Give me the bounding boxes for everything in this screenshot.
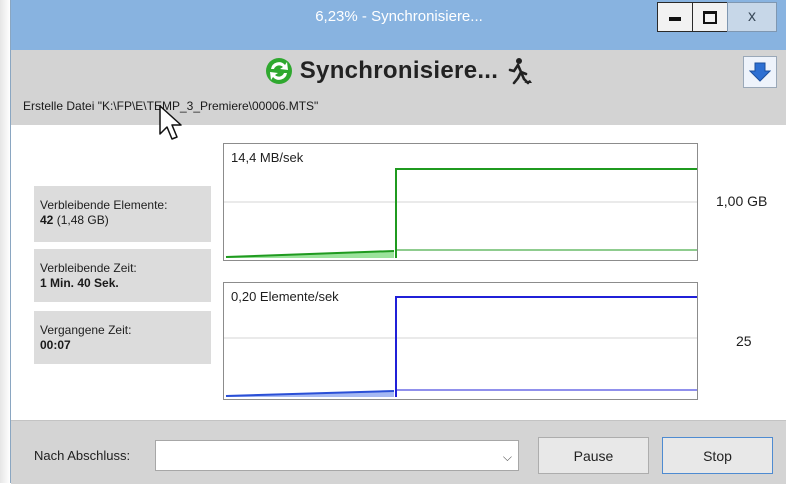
header-title: Synchronisiere... <box>299 57 499 84</box>
maximize-icon <box>703 10 717 24</box>
arrow-down-icon <box>749 62 771 82</box>
pause-button[interactable]: Pause <box>538 437 649 474</box>
items-scale-max: 25 <box>736 333 752 349</box>
minimize-icon <box>669 17 681 21</box>
close-icon: x <box>748 8 756 25</box>
chevron-down-icon[interactable]: ⌵ <box>503 450 512 465</box>
header-panel: Synchronisiere... Erstelle Datei "K:\FP\… <box>11 50 786 125</box>
elapsed-time-label: Vergangene Zeit: <box>40 323 132 337</box>
items-rate-graph: 0,20 Elemente/sek <box>223 282 698 400</box>
close-button[interactable]: x <box>727 2 777 32</box>
speed-scale-max: 1,00 GB <box>716 193 768 209</box>
mouse-cursor-icon <box>159 105 182 140</box>
header-title-row: Synchronisiere... <box>11 56 786 86</box>
stop-button[interactable]: Stop <box>662 437 773 474</box>
transfer-speed-label: 14,4 MB/sek <box>231 150 304 165</box>
background-window-edge <box>0 0 10 483</box>
sync-icon <box>265 58 292 84</box>
after-completion-select[interactable]: ⌵ <box>155 440 519 471</box>
after-completion-label: Nach Abschluss: <box>34 448 131 463</box>
progress-panel: Verbleibende Elemente: 42 (1,48 GB) Verb… <box>11 125 786 420</box>
footer-bar: Nach Abschluss: ⌵ Pause Stop <box>11 420 786 484</box>
remaining-items-value: 42 <box>40 213 54 227</box>
remaining-time-label: Verbleibende Zeit: <box>40 261 137 275</box>
remaining-time-box: Verbleibende Zeit: 1 Min. 40 Sek. <box>34 249 211 302</box>
elapsed-time-value: 00:07 <box>40 338 71 352</box>
collapse-button[interactable] <box>743 56 777 88</box>
elapsed-time-box: Vergangene Zeit: 00:07 <box>34 311 211 364</box>
runner-icon <box>508 58 533 85</box>
title-bar[interactable]: 6,23% - Synchronisiere... x <box>11 0 786 50</box>
minimize-button[interactable] <box>657 2 693 32</box>
remaining-time-value: 1 Min. 40 Sek. <box>40 276 119 290</box>
maximize-button[interactable] <box>692 2 728 32</box>
remaining-items-label: Verbleibende Elemente: <box>40 198 168 212</box>
remaining-items-size: (1,48 GB) <box>56 213 109 227</box>
transfer-speed-graph: 14,4 MB/sek <box>223 143 698 261</box>
remaining-items-box: Verbleibende Elemente: 42 (1,48 GB) <box>34 186 211 242</box>
sync-dialog: 6,23% - Synchronisiere... x Synchronisie… <box>10 0 786 484</box>
items-rate-label: 0,20 Elemente/sek <box>231 289 339 304</box>
